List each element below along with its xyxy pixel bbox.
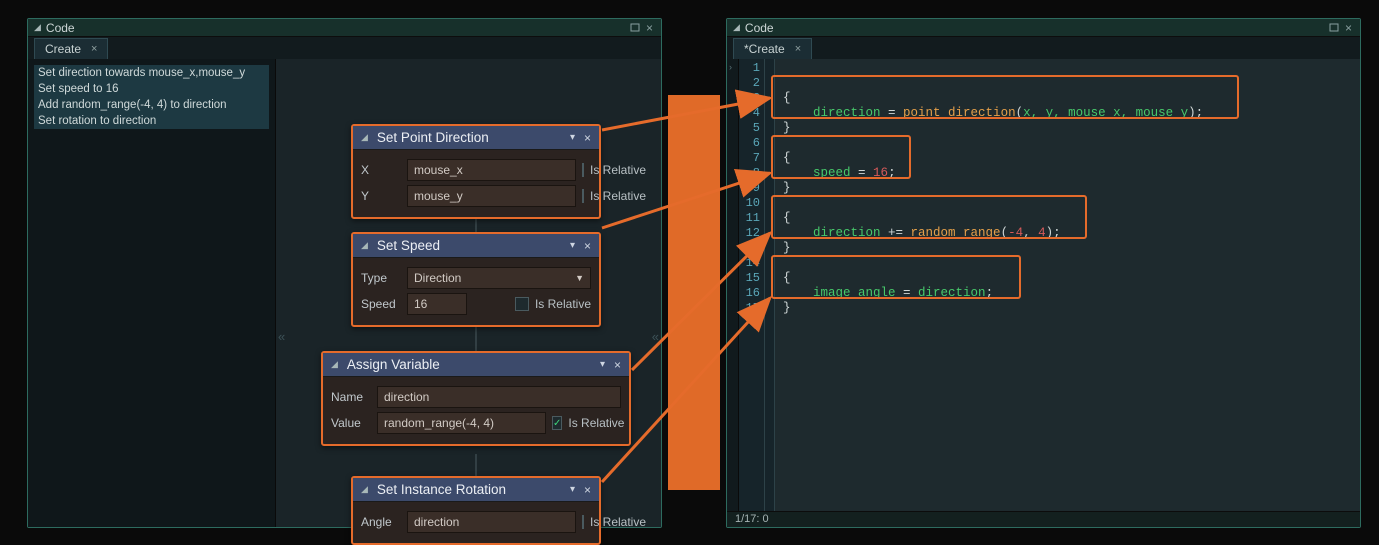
relative-label: Is Relative xyxy=(535,297,591,311)
angle-label: Angle xyxy=(361,515,401,529)
close-icon[interactable]: × xyxy=(644,22,655,33)
dnd-window: ◢ Code × Create × Set direction towards … xyxy=(27,18,662,528)
relative-checkbox[interactable] xyxy=(582,515,584,529)
titlebar-left[interactable]: ◢ Code × xyxy=(28,19,661,37)
fold-gutter[interactable] xyxy=(765,59,775,511)
chevron-down-icon: ▼ xyxy=(575,273,584,283)
collapse-tri-icon: ◢ xyxy=(361,240,368,251)
type-select[interactable]: Direction ▼ xyxy=(407,267,591,289)
relative-label: Is Relative xyxy=(590,163,646,177)
close-icon[interactable]: × xyxy=(584,239,591,253)
breakpoint-gutter[interactable]: › xyxy=(727,59,739,511)
list-item[interactable]: Set speed to 16 xyxy=(34,81,269,97)
maximize-icon[interactable] xyxy=(629,22,640,33)
block-header[interactable]: ◢ Set Speed ▾ × xyxy=(353,234,599,258)
relative-label: Is Relative xyxy=(568,416,624,430)
tab-label: *Create xyxy=(744,42,785,56)
block-set-point-direction[interactable]: ◢ Set Point Direction ▾ × X Is Relative xyxy=(351,124,601,219)
list-item[interactable]: Add random_range(-4, 4) to direction xyxy=(34,97,269,113)
collapse-tri-icon: ◢ xyxy=(331,359,338,370)
tabbar-right: *Create × xyxy=(727,37,1360,59)
close-icon[interactable]: × xyxy=(584,131,591,145)
block-assign-variable[interactable]: ◢ Assign Variable ▾ × Name Value xyxy=(321,351,631,446)
block-set-speed[interactable]: ◢ Set Speed ▾ × Type Direction ▼ xyxy=(351,232,601,327)
collapse-tri-icon: ◢ xyxy=(733,22,740,33)
title-left: Code xyxy=(46,21,625,35)
name-input[interactable] xyxy=(377,386,621,408)
marker-icon: › xyxy=(729,62,732,72)
menu-icon[interactable]: ▾ xyxy=(570,484,575,495)
y-input[interactable] xyxy=(407,185,576,207)
value-label: Value xyxy=(331,416,371,430)
block-header[interactable]: ◢ Assign Variable ▾ × xyxy=(323,353,629,377)
dnd-canvas[interactable]: « « ◢ Set Point Direction ▾ × xyxy=(276,59,661,527)
x-label: X xyxy=(361,163,401,177)
tab-label: Create xyxy=(45,42,81,56)
code-editor[interactable]: › 1234567891011121314151617 { direction … xyxy=(727,59,1360,511)
name-label: Name xyxy=(331,390,371,404)
tab-close-icon[interactable]: × xyxy=(91,43,97,55)
action-list: Set direction towards mouse_x,mouse_y Se… xyxy=(28,59,276,527)
angle-input[interactable] xyxy=(407,511,576,533)
relative-checkbox[interactable] xyxy=(582,189,584,203)
block-header[interactable]: ◢ Set Instance Rotation ▾ × xyxy=(353,478,599,502)
menu-icon[interactable]: ▾ xyxy=(570,240,575,251)
block-header[interactable]: ◢ Set Point Direction ▾ × xyxy=(353,126,599,150)
tab-create[interactable]: Create × xyxy=(34,38,108,59)
list-item[interactable]: Set direction towards mouse_x,mouse_y xyxy=(34,65,269,81)
block-title: Assign Variable xyxy=(347,357,596,372)
code-window: ◢ Code × *Create × › 1234567891011121314… xyxy=(726,18,1361,528)
menu-icon[interactable]: ▾ xyxy=(570,132,575,143)
tab-close-icon[interactable]: × xyxy=(795,43,801,55)
line-number-gutter: 1234567891011121314151617 xyxy=(739,59,765,511)
speed-input[interactable] xyxy=(407,293,467,315)
collapse-tri-icon: ◢ xyxy=(34,22,41,33)
list-item[interactable]: Set rotation to direction xyxy=(34,113,269,129)
value-input[interactable] xyxy=(377,412,546,434)
type-label: Type xyxy=(361,271,401,285)
close-icon[interactable]: × xyxy=(1343,22,1354,33)
relative-checkbox[interactable] xyxy=(582,163,584,177)
relative-label: Is Relative xyxy=(590,515,646,529)
title-right: Code xyxy=(745,21,1324,35)
y-label: Y xyxy=(361,189,401,203)
relative-checkbox[interactable] xyxy=(515,297,529,311)
speed-label: Speed xyxy=(361,297,401,311)
connector xyxy=(476,454,477,476)
menu-icon[interactable]: ▾ xyxy=(600,359,605,370)
tabbar-left: Create × xyxy=(28,37,661,59)
chevron-right-icon[interactable]: « xyxy=(652,329,659,344)
tab-create-code[interactable]: *Create × xyxy=(733,38,812,59)
block-title: Set Point Direction xyxy=(377,130,566,145)
maximize-icon[interactable] xyxy=(1328,22,1339,33)
collapse-tri-icon: ◢ xyxy=(361,484,368,495)
connector xyxy=(476,327,477,351)
relative-checkbox[interactable]: ✓ xyxy=(552,416,562,430)
block-title: Set Speed xyxy=(377,238,566,253)
decor-orange xyxy=(668,95,720,490)
code-content[interactable]: { direction = point_direction(x, y, mous… xyxy=(775,59,1360,511)
block-set-instance-rotation[interactable]: ◢ Set Instance Rotation ▾ × Angle Is Rel… xyxy=(351,476,601,545)
type-value: Direction xyxy=(414,271,461,285)
x-input[interactable] xyxy=(407,159,576,181)
status-bar: 1/17: 0 xyxy=(727,511,1360,527)
block-title: Set Instance Rotation xyxy=(377,482,566,497)
titlebar-right[interactable]: ◢ Code × xyxy=(727,19,1360,37)
chevron-left-icon[interactable]: « xyxy=(278,329,285,344)
collapse-tri-icon: ◢ xyxy=(361,132,368,143)
close-icon[interactable]: × xyxy=(584,483,591,497)
relative-label: Is Relative xyxy=(590,189,646,203)
close-icon[interactable]: × xyxy=(614,358,621,372)
